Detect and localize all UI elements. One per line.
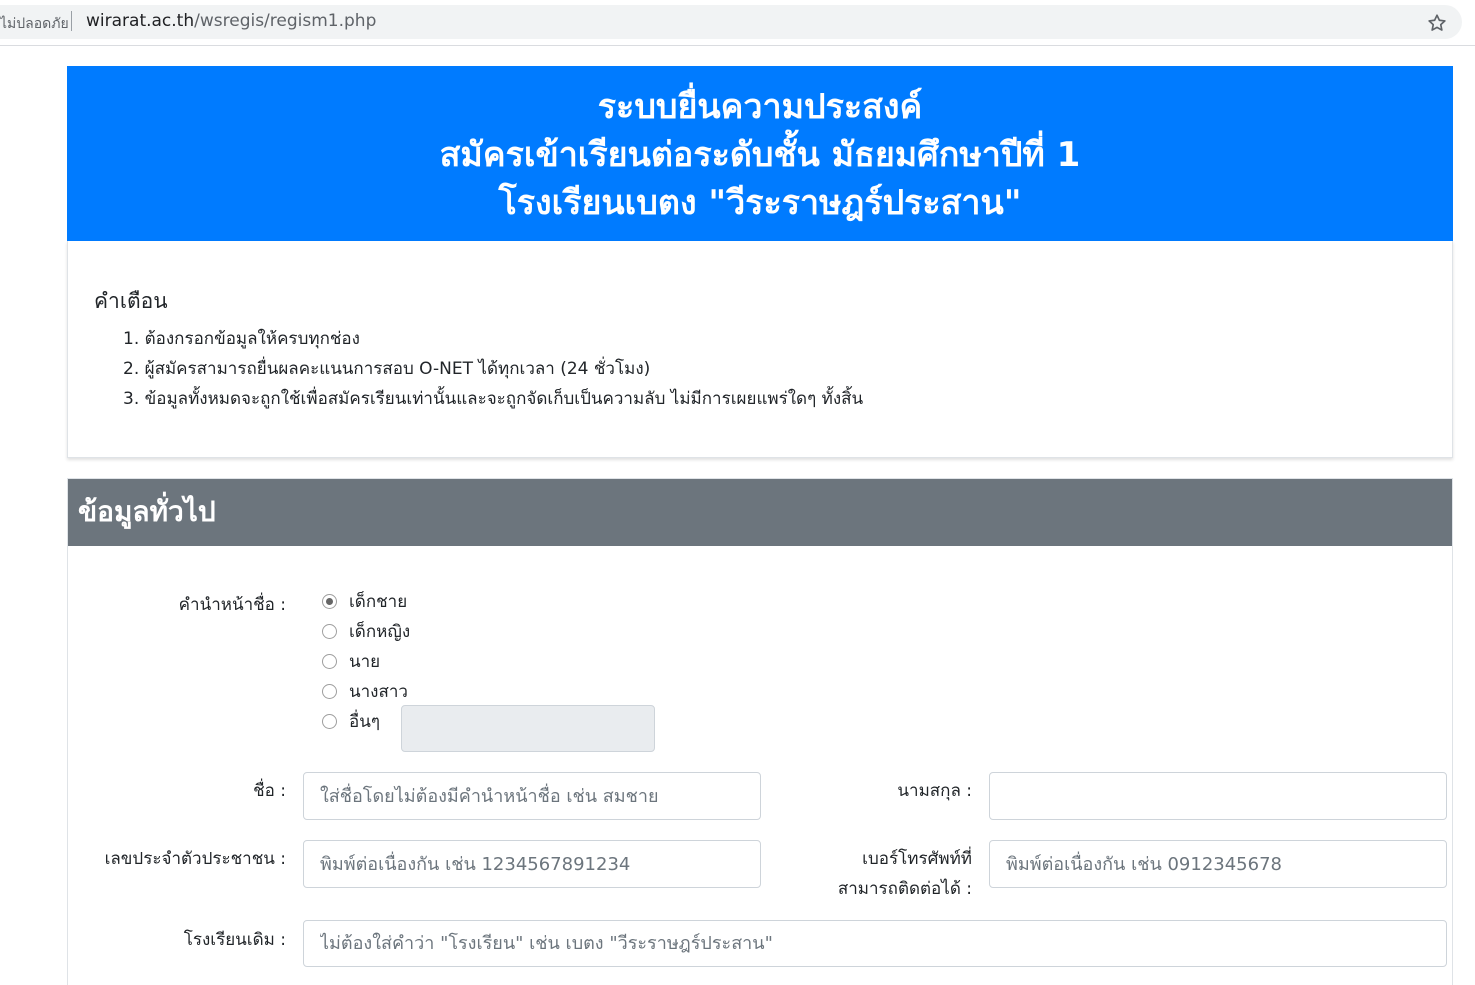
phone-input[interactable] [989,840,1447,888]
header-banner: ระบบยื่นความประสงค์ สมัครเข้าเรียนต่อระด… [67,66,1453,242]
general-info-card: ข้อมูลทั่วไป คำนำหน้าชื่อ : เด็กชาย เด็ก… [67,478,1453,985]
former-school-input[interactable] [303,920,1447,967]
general-info-title: ข้อมูลทั่วไป [78,495,216,528]
url-path: /wsregis/regism1.php [194,11,377,31]
prefix-option-label: อื่นๆ [349,711,380,732]
url-text[interactable]: wirarat.ac.th/wsregis/regism1.php [86,11,376,31]
last-name-label: นามสกุล : [897,781,972,801]
prefix-radio-girl[interactable] [322,623,337,639]
prefix-option-miss[interactable]: นางสาว [322,676,408,706]
prefix-radio-boy[interactable] [322,593,337,609]
last-name-input[interactable] [989,772,1447,820]
warning-item: 3. ข้อมูลทั้งหมดจะถูกใช้เพื่อสมัครเรียนเ… [123,389,864,409]
national-id-input[interactable] [303,840,761,888]
star-icon[interactable] [1426,12,1448,34]
prefix-option-girl[interactable]: เด็กหญิง [322,616,410,646]
prefix-radio-miss[interactable] [322,683,337,699]
browser-address-bar: ไม่ปลอดภัย wirarat.ac.th/wsregis/regism1… [0,0,1475,46]
prefix-label: คำนำหน้าชื่อ : [178,595,286,615]
header-title-line-2: สมัครเข้าเรียนต่อระดับชั้น มัธยมศึกษาปีท… [439,135,1081,175]
first-name-label: ชื่อ : [253,781,286,801]
prefix-option-boy[interactable]: เด็กชาย [322,586,407,616]
prefix-option-label: เด็กหญิง [349,621,411,642]
prefix-other-input[interactable] [401,705,655,752]
warning-item: 2. ผู้สมัครสามารถยื่นผลคะแนนการสอบ O-NET… [123,359,651,379]
first-name-input[interactable] [303,772,761,820]
prefix-radio-mr[interactable] [322,653,337,669]
url-host: wirarat.ac.th [86,11,195,31]
prefix-radio-other[interactable] [322,713,337,729]
header-title-line-1: ระบบยื่นความประสงค์ [597,87,923,127]
former-school-label: โรงเรียนเดิม : [183,930,286,950]
url-separator [71,11,72,31]
prefix-option-label: นางสาว [349,681,408,702]
prefix-option-label: นาย [349,651,381,672]
prefix-option-other[interactable]: อื่นๆ [322,706,380,736]
warning-card: คำเตือน 1. ต้องกรอกข้อมูลให้ครบทุกช่อง 2… [67,241,1453,458]
warning-title: คำเตือน [94,289,168,313]
warning-item: 1. ต้องกรอกข้อมูลให้ครบทุกช่อง [123,329,360,349]
warning-list: 1. ต้องกรอกข้อมูลให้ครบทุกช่อง 2. ผู้สมั… [123,324,863,414]
omnibox[interactable]: ไม่ปลอดภัย wirarat.ac.th/wsregis/regism1… [0,5,1462,39]
prefix-option-label: เด็กชาย [349,591,408,612]
header-title-line-3: โรงเรียนเบตง "วีระราษฎร์ประสาน" [498,183,1022,223]
security-indicator[interactable]: ไม่ปลอดภัย [0,13,69,35]
national-id-label: เลขประจำตัวประชาชน : [104,849,286,869]
general-info-header: ข้อมูลทั่วไป [68,479,1452,546]
prefix-option-mr[interactable]: นาย [322,646,380,676]
phone-label-line-2: สามารถติดต่อได้ : [837,879,972,899]
phone-label-line-1: เบอร์โทรศัพท์ที่ [862,849,972,869]
